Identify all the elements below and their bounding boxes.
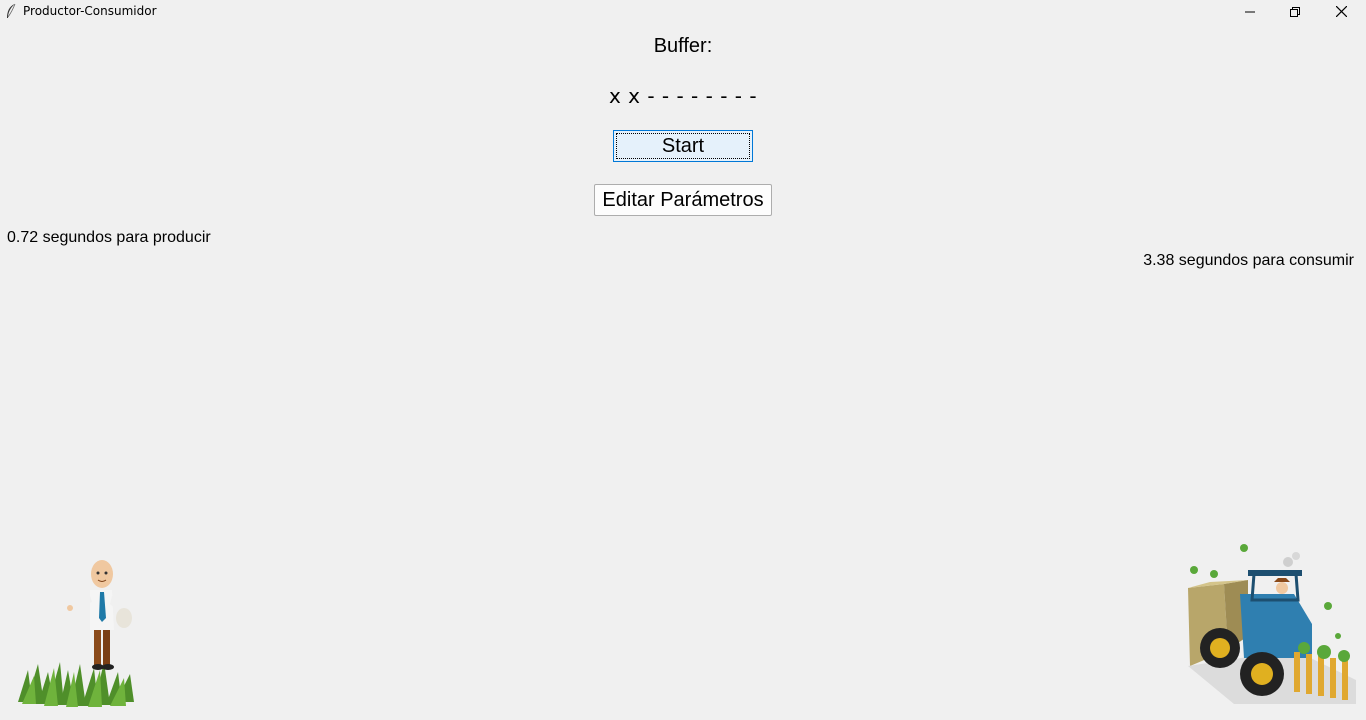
window-title: Productor-Consumidor	[23, 4, 157, 18]
tractor-harvesting-image	[1188, 544, 1356, 704]
buffer-state: x x - - - - - - - -	[608, 84, 758, 108]
start-button[interactable]: Start	[613, 130, 753, 162]
maximize-button[interactable]	[1272, 0, 1318, 23]
edit-parameters-button[interactable]: Editar Parámetros	[594, 184, 772, 216]
buffer-label: Buffer:	[653, 35, 713, 57]
consumer-time-label: 3.38 segundos para consumir	[1143, 252, 1354, 269]
edit-parameters-label: Editar Parámetros	[602, 188, 764, 211]
start-button-label: Start	[661, 134, 705, 157]
restore-icon	[1290, 6, 1300, 17]
close-button[interactable]	[1318, 0, 1364, 23]
feather-icon	[7, 3, 16, 18]
producer-time-label: 0.72 segundos para producir	[7, 229, 211, 246]
minimize-button[interactable]	[1227, 0, 1273, 23]
minimize-icon	[1245, 11, 1255, 12]
title-bar: Productor-Consumidor	[0, 0, 1366, 23]
farmer-sowing-image	[18, 560, 134, 707]
close-icon	[1335, 6, 1347, 17]
